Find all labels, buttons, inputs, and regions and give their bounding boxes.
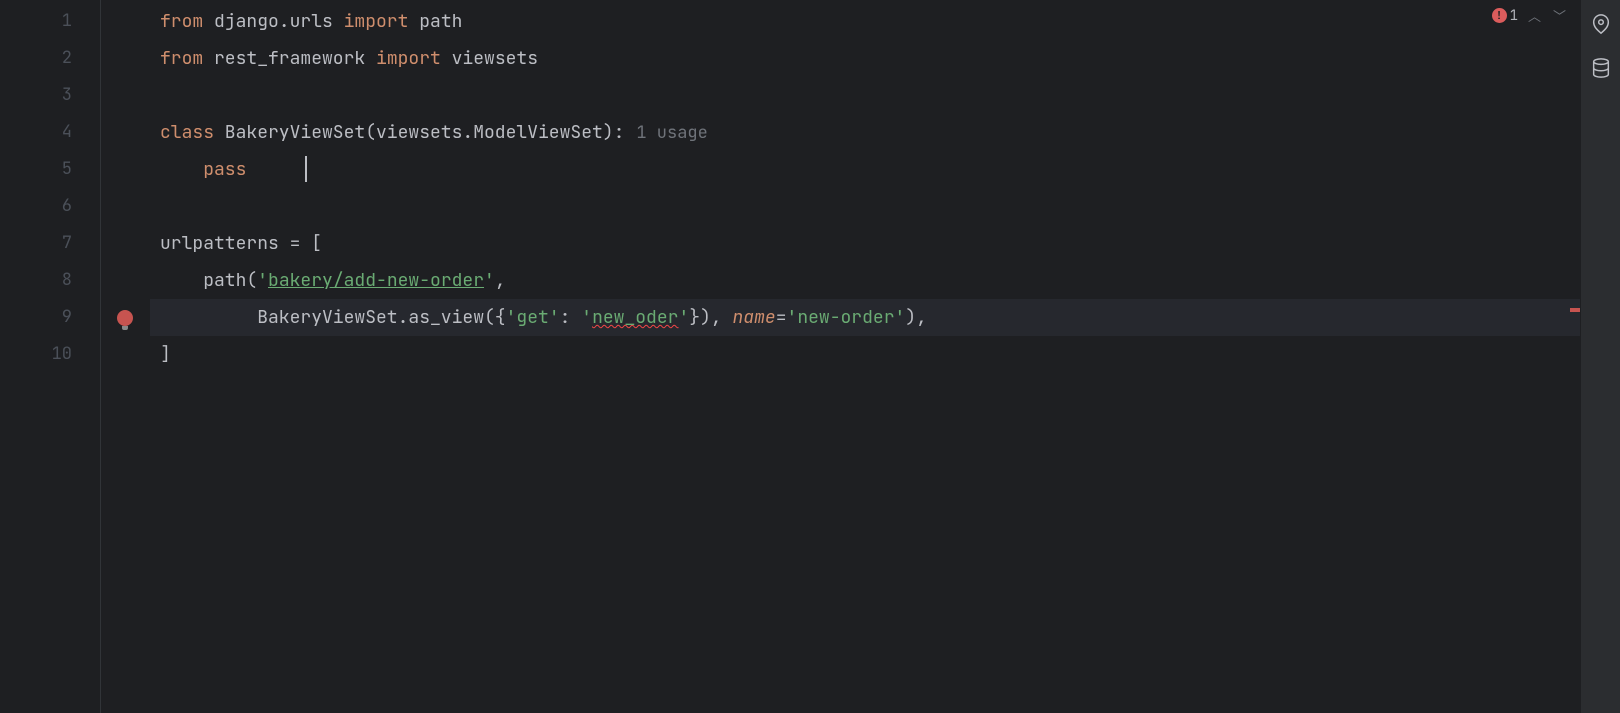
line-number: 5	[0, 151, 100, 188]
line-number: 2	[0, 40, 100, 77]
code-line[interactable]: class BakeryViewSet(viewsets.ModelViewSe…	[150, 114, 1580, 151]
line-number: 1	[0, 3, 100, 40]
code-line[interactable]: urlpatterns = [	[150, 225, 1580, 262]
right-tool-rail	[1580, 0, 1620, 713]
prev-error-icon[interactable]: ︿	[1526, 6, 1543, 25]
database-icon[interactable]	[1589, 56, 1613, 80]
code-line[interactable]	[150, 77, 1580, 114]
error-stripe-marker[interactable]	[1570, 308, 1580, 312]
code-line[interactable]: ]	[150, 336, 1580, 373]
inspection-widget[interactable]: ! 1 ︿ ﹀	[1492, 6, 1568, 25]
next-error-icon[interactable]: ﹀	[1551, 6, 1568, 25]
typo-underline[interactable]: new_oder	[592, 306, 678, 329]
code-line[interactable]: pass	[150, 151, 1580, 188]
code-line[interactable]: from rest_framework import viewsets	[150, 40, 1580, 77]
line-number: 9	[0, 299, 100, 336]
error-count: 1	[1510, 7, 1518, 25]
code-line[interactable]: path('bakery/add-new-order',	[150, 262, 1580, 299]
code-line[interactable]: from django.urls import path	[150, 3, 1580, 40]
line-number: 6	[0, 188, 100, 225]
line-number: 8	[0, 262, 100, 299]
line-number-gutter: 1 2 3 4 5 6 7 8 9 10	[0, 0, 100, 713]
line-number: 7	[0, 225, 100, 262]
code-line-active[interactable]: BakeryViewSet.as_view({'get': 'new_oder'…	[150, 299, 1580, 336]
line-number: 10	[0, 336, 100, 373]
text-caret	[305, 156, 307, 182]
notifications-icon[interactable]	[1589, 12, 1613, 36]
intention-bulb-icon[interactable]	[117, 310, 133, 326]
line-number: 3	[0, 77, 100, 114]
error-icon: !	[1492, 8, 1507, 23]
code-line[interactable]	[150, 188, 1580, 225]
error-count-badge[interactable]: ! 1	[1492, 7, 1518, 25]
code-editor[interactable]: 1 2 3 4 5 6 7 8 9 10 ! 1 ︿ ﹀ from django…	[0, 0, 1580, 713]
url-route-link[interactable]: bakery/add-new-order	[268, 269, 484, 292]
line-number: 4	[0, 114, 100, 151]
usage-hint[interactable]: 1 usage	[624, 122, 707, 144]
annotation-column	[100, 0, 150, 713]
code-area[interactable]: ! 1 ︿ ﹀ from django.urls import path fro…	[150, 0, 1580, 713]
